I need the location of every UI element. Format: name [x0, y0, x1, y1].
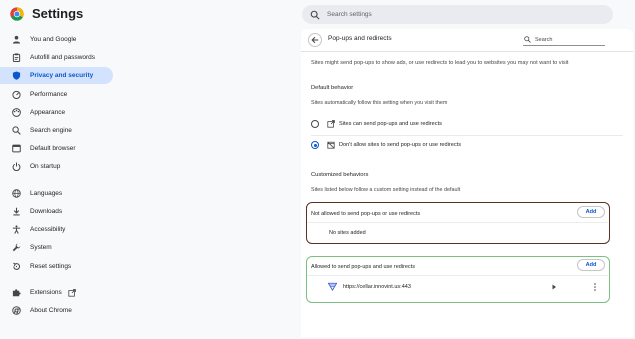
- page-title: Pop-ups and redirects: [328, 35, 392, 42]
- sidebar-item-about-chrome[interactable]: About Chrome: [0, 302, 113, 319]
- search-icon: [11, 126, 21, 136]
- allowed-title: Allowed to send pop-ups and use redirect…: [311, 264, 415, 270]
- sidebar-divider: [0, 183, 120, 184]
- palette-icon: [11, 108, 21, 118]
- sidebar-item-search-engine[interactable]: Search engine: [0, 122, 113, 139]
- globe-icon: [11, 189, 21, 199]
- sidebar-item-you-and-google[interactable]: You and Google: [0, 31, 113, 48]
- radio-option-block[interactable]: Don't allow sites to send pop-ups or use…: [311, 139, 623, 151]
- group-divider: [307, 275, 608, 276]
- sidebar-item-label: About Chrome: [30, 307, 72, 314]
- sidebar-item-performance[interactable]: Performance: [0, 86, 113, 103]
- sidebar-item-extensions[interactable]: Extensions: [0, 284, 113, 301]
- customized-behaviors-heading: Customized behaviors: [311, 172, 369, 178]
- sidebar-item-label: Languages: [30, 190, 63, 197]
- sidebar-item-languages[interactable]: Languages: [0, 185, 113, 202]
- sidebar-item-label: Privacy and security: [30, 72, 94, 79]
- shield-icon: [11, 71, 21, 81]
- sidebar-item-label: Appearance: [30, 109, 66, 116]
- header-divider: [301, 51, 633, 52]
- open-in-new-icon: [327, 120, 335, 128]
- wrench-icon: [11, 243, 21, 253]
- sidebar: You and Google Autofill and passwords Pr…: [0, 30, 120, 339]
- person-icon: [11, 35, 21, 45]
- radio-option-label: Don't allow sites to send pop-ups or use…: [339, 142, 462, 148]
- chrome-logo-icon: [10, 7, 24, 21]
- customized-behaviors-subheading: Sites listed below follow a custom setti…: [311, 187, 461, 193]
- back-button[interactable]: [308, 33, 322, 47]
- sidebar-item-label: Reset settings: [30, 263, 72, 270]
- sidebar-item-on-startup[interactable]: On startup: [0, 158, 113, 175]
- accessibility-icon: [11, 225, 21, 235]
- sidebar-item-reset-settings[interactable]: Reset settings: [0, 258, 113, 275]
- browser-icon: [11, 144, 21, 154]
- sidebar-item-label: You and Google: [30, 36, 77, 43]
- settings-search[interactable]: [302, 5, 613, 24]
- sidebar-item-downloads[interactable]: Downloads: [0, 203, 113, 220]
- sidebar-item-label: On startup: [30, 163, 61, 170]
- open-in-new-icon: [68, 288, 76, 297]
- page-search-input[interactable]: [535, 36, 605, 43]
- add-allowed-site-button[interactable]: Add: [577, 259, 605, 271]
- not-allowed-title: Not allowed to send pop-ups or use redir…: [311, 211, 421, 217]
- popups-settings-card: Pop-ups and redirects Sites might send p…: [301, 29, 633, 337]
- app-title: Settings: [32, 6, 84, 21]
- default-behavior-heading: Default behavior: [311, 85, 354, 91]
- clipboard-icon: [11, 53, 21, 63]
- sidebar-item-system[interactable]: System: [0, 239, 113, 256]
- more-vert-icon[interactable]: [593, 283, 597, 291]
- default-behavior-subheading: Sites automatically follow this setting …: [311, 100, 448, 106]
- site-favicon-icon: [328, 282, 337, 291]
- row-divider: [311, 135, 623, 136]
- sidebar-item-label: Extensions: [30, 289, 62, 296]
- radio-option-label: Sites can send pop-ups and use redirects: [339, 121, 442, 127]
- sidebar-item-label: Performance: [30, 91, 68, 98]
- arrow-right-icon[interactable]: [551, 284, 557, 290]
- group-divider: [307, 222, 608, 223]
- speedometer-icon: [11, 90, 21, 100]
- sidebar-item-appearance[interactable]: Appearance: [0, 104, 113, 121]
- sidebar-item-default-browser[interactable]: Default browser: [0, 140, 113, 157]
- sidebar-item-label: Downloads: [30, 208, 63, 215]
- page-search[interactable]: [523, 34, 605, 46]
- site-row[interactable]: https://cellar.innovint.us:443: [307, 279, 607, 295]
- sidebar-item-accessibility[interactable]: Accessibility: [0, 221, 113, 238]
- sidebar-item-autofill[interactable]: Autofill and passwords: [0, 49, 113, 66]
- empty-state-text: No sites added: [329, 230, 366, 236]
- radio-button[interactable]: [311, 120, 319, 128]
- top-header: Settings: [0, 0, 635, 29]
- radio-option-allow[interactable]: Sites can send pop-ups and use redirects: [311, 118, 623, 130]
- allowed-group: Allowed to send pop-ups and use redirect…: [306, 256, 610, 303]
- radio-button-checked[interactable]: [311, 141, 319, 149]
- arrow-back-icon: [311, 36, 319, 44]
- puzzle-icon: [11, 288, 21, 298]
- sidebar-item-label: Autofill and passwords: [30, 54, 96, 61]
- search-icon: [524, 36, 531, 43]
- download-icon: [11, 207, 21, 217]
- sidebar-item-label: System: [30, 244, 52, 251]
- sidebar-item-label: Default browser: [30, 145, 76, 152]
- add-blocked-site-button[interactable]: Add: [577, 206, 605, 218]
- not-allowed-group: Not allowed to send pop-ups or use redir…: [306, 202, 610, 244]
- reset-icon: [11, 262, 21, 272]
- site-url: https://cellar.innovint.us:443: [343, 284, 411, 290]
- popup-blocked-icon: [327, 141, 335, 149]
- sidebar-item-label: Accessibility: [30, 226, 66, 233]
- settings-search-input[interactable]: [327, 11, 587, 18]
- chrome-icon: [11, 306, 21, 316]
- sidebar-item-privacy-security[interactable]: Privacy and security: [0, 67, 113, 84]
- sidebar-item-label: Search engine: [30, 127, 72, 134]
- search-icon: [310, 10, 320, 20]
- page-description: Sites might send pop-ups to show ads, or…: [311, 60, 569, 66]
- power-icon: [11, 162, 21, 172]
